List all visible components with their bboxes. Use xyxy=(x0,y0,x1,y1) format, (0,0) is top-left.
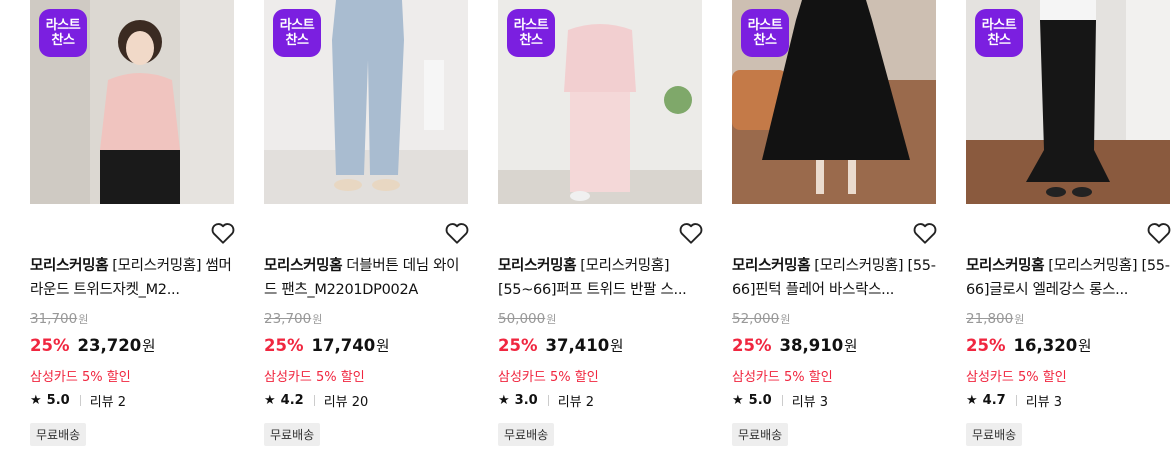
review-count: 리뷰 2 xyxy=(89,395,127,410)
heart-outline-icon[interactable] xyxy=(1146,221,1172,245)
product-title[interactable]: 모리스커밍홈 [모리스커밍홈] 썸머 라운드 트위드자켓_M2... xyxy=(30,254,234,302)
card-discount: 삼성카드 5% 할인 xyxy=(30,370,131,385)
sale-price: 25% 23,720원 xyxy=(30,336,156,355)
discount-rate: 25% xyxy=(966,336,1006,355)
brand-name: 모리스커밍홈 xyxy=(30,258,109,274)
last-chance-badge: 라스트 찬스 xyxy=(273,9,321,57)
free-shipping-badge: 무료배송 xyxy=(732,423,789,446)
free-shipping-badge: 무료배송 xyxy=(30,423,87,446)
product-title[interactable]: 모리스커밍홈 더블버튼 데님 와이드 팬츠_M2201DP002A xyxy=(264,254,468,302)
star-icon: ★ xyxy=(732,393,744,408)
product-title[interactable]: 모리스커밍홈 [모리스커밍홈] [55-66]핀턱 플레어 바스락스... xyxy=(732,254,936,302)
sale-price: 25% 16,320원 xyxy=(966,336,1092,355)
rating: ★ 5.0 리뷰 2 xyxy=(30,393,127,410)
review-count: 리뷰 3 xyxy=(791,395,829,410)
heart-outline-icon[interactable] xyxy=(912,221,938,245)
original-price: 50,000원 xyxy=(498,311,557,327)
discount-rate: 25% xyxy=(732,336,772,355)
heart-outline-icon[interactable] xyxy=(678,221,704,245)
product-image[interactable]: 라스트 찬스 xyxy=(264,0,468,204)
free-shipping-badge: 무료배송 xyxy=(264,423,321,446)
sale-price: 25% 17,740원 xyxy=(264,336,390,355)
product-title[interactable]: 모리스커밍홈 [모리스커밍홈] [55-66]글로시 엘레강스 롱스... xyxy=(966,254,1170,302)
rating: ★ 4.2 리뷰 20 xyxy=(264,393,369,410)
review-count: 리뷰 2 xyxy=(557,395,595,410)
product-image[interactable]: 라스트 찬스 xyxy=(732,0,936,204)
card-discount: 삼성카드 5% 할인 xyxy=(966,370,1067,385)
card-discount: 삼성카드 5% 할인 xyxy=(264,370,365,385)
discount-rate: 25% xyxy=(30,336,70,355)
star-icon: ★ xyxy=(966,393,978,408)
card-discount: 삼성카드 5% 할인 xyxy=(498,370,599,385)
sale-price: 25% 37,410원 xyxy=(498,336,624,355)
heart-outline-icon[interactable] xyxy=(444,221,470,245)
star-icon: ★ xyxy=(264,393,276,408)
review-count: 리뷰 20 xyxy=(323,395,369,410)
product-card[interactable]: 라스트 찬스 모리스커밍홈 [모리스커밍홈] [55~66]퍼프 트위드 반팔 스.… xyxy=(498,0,704,475)
original-price: 31,700원 xyxy=(30,311,89,327)
product-title[interactable]: 모리스커밍홈 [모리스커밍홈] [55~66]퍼프 트위드 반팔 스... xyxy=(498,254,702,302)
brand-name: 모리스커밍홈 xyxy=(498,258,577,274)
discount-rate: 25% xyxy=(264,336,304,355)
product-image[interactable]: 라스트 찬스 xyxy=(30,0,234,204)
product-card[interactable]: 라스트 찬스 모리스커밍홈 [모리스커밍홈] [55-66]글로시 엘레강스 롱스.… xyxy=(966,0,1172,475)
brand-name: 모리스커밍홈 xyxy=(264,258,343,274)
review-count: 리뷰 3 xyxy=(1025,395,1063,410)
original-price: 52,000원 xyxy=(732,311,791,327)
free-shipping-badge: 무료배송 xyxy=(966,423,1023,446)
brand-name: 모리스커밍홈 xyxy=(732,258,811,274)
product-card[interactable]: 라스트 찬스 모리스커밍홈 [모리스커밍홈] [55-66]핀턱 플레어 바스락스.… xyxy=(732,0,938,475)
card-discount: 삼성카드 5% 할인 xyxy=(732,370,833,385)
rating: ★ 5.0 리뷰 3 xyxy=(732,393,829,410)
sale-price: 25% 38,910원 xyxy=(732,336,858,355)
last-chance-badge: 라스트 찬스 xyxy=(39,9,87,57)
last-chance-badge: 라스트 찬스 xyxy=(741,9,789,57)
free-shipping-badge: 무료배송 xyxy=(498,423,555,446)
original-price: 21,800원 xyxy=(966,311,1025,327)
product-card[interactable]: 라스트 찬스 모리스커밍홈 더블버튼 데님 와이드 팬츠_M2201DP002A 2… xyxy=(264,0,470,475)
product-image[interactable]: 라스트 찬스 xyxy=(966,0,1170,204)
rating: ★ 3.0 리뷰 2 xyxy=(498,393,595,410)
product-image[interactable]: 라스트 찬스 xyxy=(498,0,702,204)
last-chance-badge: 라스트 찬스 xyxy=(975,9,1023,57)
star-icon: ★ xyxy=(498,393,510,408)
rating: ★ 4.7 리뷰 3 xyxy=(966,393,1063,410)
heart-outline-icon[interactable] xyxy=(210,221,236,245)
star-icon: ★ xyxy=(30,393,42,408)
original-price: 23,700원 xyxy=(264,311,323,327)
product-card[interactable]: 라스트 찬스 모리스커밍홈 [모리스커밍홈] 썸머 라운드 트위드자켓_M2... … xyxy=(30,0,236,475)
last-chance-badge: 라스트 찬스 xyxy=(507,9,555,57)
brand-name: 모리스커밍홈 xyxy=(966,258,1045,274)
discount-rate: 25% xyxy=(498,336,538,355)
